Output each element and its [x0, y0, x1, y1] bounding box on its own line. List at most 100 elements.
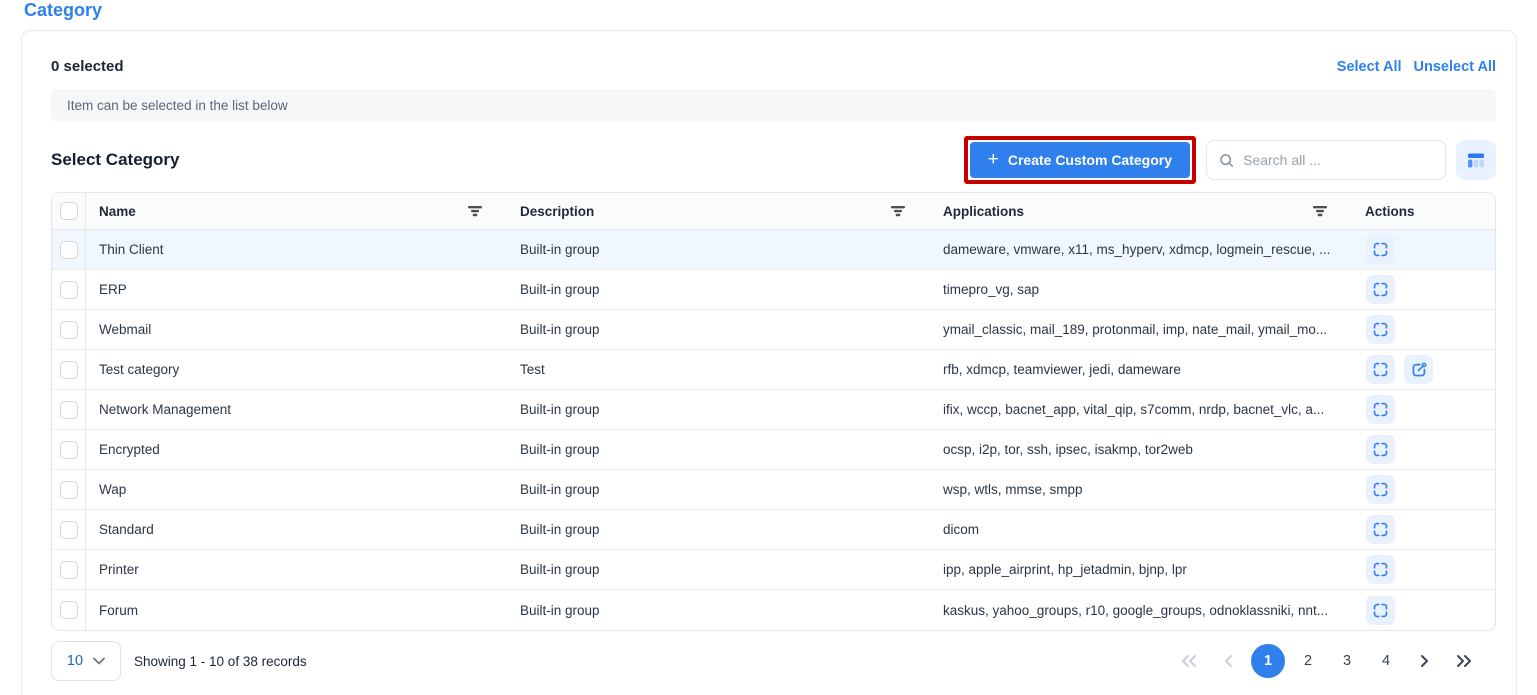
expand-row-button[interactable] — [1366, 555, 1395, 584]
row-checkbox[interactable] — [60, 401, 78, 419]
table-row[interactable]: Test categoryTestrfb, xdmcp, teamviewer,… — [52, 350, 1495, 390]
row-checkbox[interactable] — [60, 361, 78, 379]
expand-row-button[interactable] — [1366, 355, 1395, 384]
expand-row-button[interactable] — [1366, 515, 1395, 544]
expand-row-button[interactable] — [1366, 435, 1395, 464]
row-checkbox[interactable] — [60, 241, 78, 259]
expand-row-button[interactable] — [1366, 596, 1395, 625]
pagination: 1 2 3 4 — [1173, 644, 1480, 678]
table-footer: 10 Showing 1 - 10 of 38 records 1 — [51, 640, 1496, 682]
row-checkbox-cell — [52, 230, 86, 269]
cell-name: Webmail — [86, 310, 507, 349]
cell-applications: ocsp, i2p, tor, ssh, ipsec, isakmp, tor2… — [930, 430, 1352, 469]
row-checkbox-cell — [52, 310, 86, 349]
cell-actions — [1352, 350, 1495, 389]
first-page-button[interactable] — [1173, 645, 1205, 677]
cell-applications: ymail_classic, mail_189, protonmail, imp… — [930, 310, 1352, 349]
table-row[interactable]: StandardBuilt-in groupdicom — [52, 510, 1495, 550]
cell-name: Forum — [86, 590, 507, 630]
row-checkbox-cell — [52, 430, 86, 469]
next-page-button[interactable] — [1409, 645, 1441, 677]
expand-row-button[interactable] — [1366, 235, 1395, 264]
table-header-row: Name Description — [52, 193, 1495, 230]
selection-toolbar: 0 selected Select All Unselect All — [51, 58, 1496, 75]
cell-actions — [1352, 510, 1495, 549]
column-header-actions: Actions — [1352, 193, 1495, 229]
expand-row-button[interactable] — [1366, 475, 1395, 504]
search-box — [1206, 140, 1446, 180]
cell-applications: dicom — [930, 510, 1352, 549]
table-body: Thin ClientBuilt-in groupdameware, vmwar… — [52, 230, 1495, 630]
row-checkbox[interactable] — [60, 281, 78, 299]
create-custom-category-button[interactable]: + Create Custom Category — [970, 142, 1190, 178]
table-row[interactable]: Thin ClientBuilt-in groupdameware, vmwar… — [52, 230, 1495, 270]
table-row[interactable]: PrinterBuilt-in groupipp, apple_airprint… — [52, 550, 1495, 590]
row-checkbox[interactable] — [60, 601, 78, 619]
cell-actions — [1352, 550, 1495, 589]
page-button-1[interactable]: 1 — [1251, 644, 1285, 678]
row-checkbox[interactable] — [60, 561, 78, 579]
section-header: Select Category + Create Custom Category — [51, 135, 1496, 185]
category-card: 0 selected Select All Unselect All Item … — [21, 30, 1517, 695]
table-row[interactable]: Network ManagementBuilt-in groupifix, wc… — [52, 390, 1495, 430]
expand-row-button[interactable] — [1366, 395, 1395, 424]
cell-description: Built-in group — [507, 510, 930, 549]
row-checkbox[interactable] — [60, 321, 78, 339]
expand-row-button[interactable] — [1366, 315, 1395, 344]
expand-icon — [1372, 441, 1389, 458]
double-chevron-right-icon — [1455, 654, 1473, 668]
edit-row-button[interactable] — [1404, 355, 1433, 384]
row-checkbox-cell — [52, 550, 86, 589]
cell-actions — [1352, 430, 1495, 469]
double-chevron-left-icon — [1180, 654, 1198, 668]
page-size-select[interactable]: 10 — [51, 641, 121, 681]
plus-icon: + — [988, 150, 999, 169]
cell-description: Built-in group — [507, 390, 930, 429]
table-row[interactable]: ERPBuilt-in grouptimepro_vg, sap — [52, 270, 1495, 310]
table-row[interactable]: ForumBuilt-in groupkaskus, yahoo_groups,… — [52, 590, 1495, 630]
cell-name: Network Management — [86, 390, 507, 429]
cell-applications: kaskus, yahoo_groups, r10, google_groups… — [930, 590, 1352, 630]
row-checkbox[interactable] — [60, 441, 78, 459]
select-all-link[interactable]: Select All — [1337, 59, 1402, 75]
row-checkbox[interactable] — [60, 481, 78, 499]
create-button-label: Create Custom Category — [1008, 152, 1172, 168]
chevron-right-icon — [1420, 654, 1430, 668]
cell-applications: rfb, xdmcp, teamviewer, jedi, dameware — [930, 350, 1352, 389]
row-checkbox[interactable] — [60, 521, 78, 539]
expand-icon — [1372, 401, 1389, 418]
last-page-button[interactable] — [1448, 645, 1480, 677]
table-row[interactable]: EncryptedBuilt-in groupocsp, i2p, tor, s… — [52, 430, 1495, 470]
column-settings-button[interactable] — [1456, 140, 1496, 180]
cell-applications: ipp, apple_airprint, hp_jetadmin, bjnp, … — [930, 550, 1352, 589]
previous-page-button[interactable] — [1212, 645, 1244, 677]
row-checkbox-cell — [52, 350, 86, 389]
chevron-left-icon — [1223, 654, 1233, 668]
expand-icon — [1372, 361, 1389, 378]
page-title: Category — [24, 0, 102, 21]
description-filter-button[interactable] — [888, 203, 908, 219]
column-header-applications: Applications — [930, 193, 1352, 229]
row-checkbox-cell — [52, 270, 86, 309]
header-checkbox-cell — [52, 193, 86, 229]
selected-count: 0 selected — [51, 58, 124, 75]
cell-applications: ifix, wccp, bacnet_app, vital_qip, s7com… — [930, 390, 1352, 429]
cell-actions — [1352, 470, 1495, 509]
table-controls: + Create Custom Category — [964, 136, 1496, 184]
cell-name: Wap — [86, 470, 507, 509]
page-button-2[interactable]: 2 — [1292, 645, 1324, 677]
table-row[interactable]: WebmailBuilt-in groupymail_classic, mail… — [52, 310, 1495, 350]
applications-filter-button[interactable] — [1310, 203, 1330, 219]
page-button-4[interactable]: 4 — [1370, 645, 1402, 677]
name-filter-button[interactable] — [465, 203, 485, 219]
filter-icon — [1312, 205, 1328, 217]
cell-description: Test — [507, 350, 930, 389]
select-all-checkbox[interactable] — [60, 202, 78, 220]
expand-row-button[interactable] — [1366, 275, 1395, 304]
unselect-all-link[interactable]: Unselect All — [1414, 59, 1496, 75]
search-input[interactable] — [1243, 152, 1433, 168]
cell-description: Built-in group — [507, 590, 930, 630]
page-button-3[interactable]: 3 — [1331, 645, 1363, 677]
column-header-name: Name — [86, 193, 507, 229]
table-row[interactable]: WapBuilt-in groupwsp, wtls, mmse, smpp — [52, 470, 1495, 510]
